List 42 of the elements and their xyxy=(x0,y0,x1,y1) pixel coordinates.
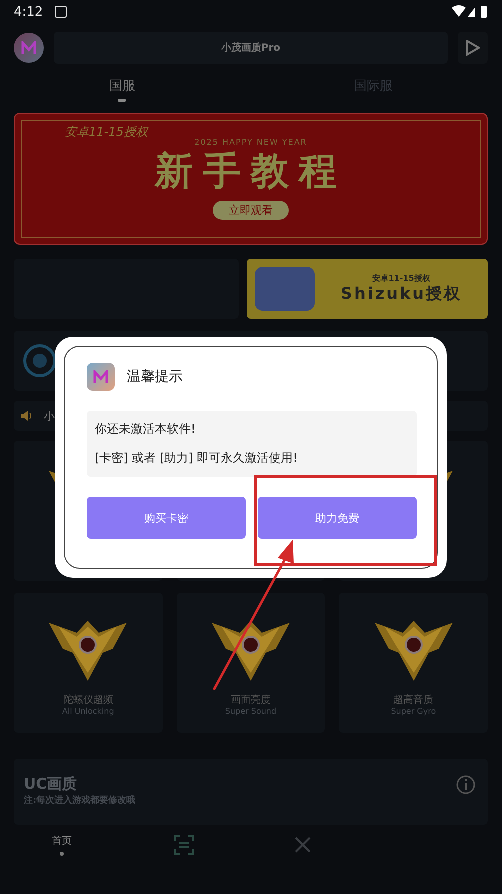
play-icon xyxy=(466,40,480,56)
banner-title: 新手教程 xyxy=(155,147,347,195)
server-tab[interactable]: 国服 xyxy=(107,78,138,108)
status-icons-drawing xyxy=(452,5,488,19)
tutorial-banner[interactable]: 安卓11-15授权 2025 HAPPY NEW YEAR 新手教程 立即观看 xyxy=(14,113,488,245)
home-tab[interactable]: 首页 xyxy=(50,834,74,856)
feature-subtitle: Super Sound xyxy=(225,707,277,716)
globe-icon xyxy=(22,343,58,379)
watch-now-button[interactable]: 立即观看 xyxy=(213,201,289,220)
app-logo-icon[interactable] xyxy=(14,33,44,63)
feature-name: 画面亮度 xyxy=(230,694,271,707)
banner-subtitle: 2025 HAPPY NEW YEAR xyxy=(194,138,308,147)
message-text: 你还未激活本软件! xyxy=(95,421,197,438)
feature-card[interactable]: 画面亮度 Super Sound xyxy=(176,593,326,733)
feature-card[interactable]: 陀螺仪超频 All Unlocking xyxy=(14,593,163,733)
speaker-icon xyxy=(20,409,34,423)
banner-tag: 安卓11-15授权 xyxy=(65,124,148,141)
emblem-icon xyxy=(47,619,130,683)
uc-note: 注:每次进入游戏都要修改哦 xyxy=(24,794,136,807)
play-button[interactable] xyxy=(458,32,488,64)
feature-name: 陀螺仪超频 xyxy=(63,694,114,707)
shizuku-card[interactable]: 安卓11-15授权 Shizuku授权 xyxy=(247,259,488,319)
shizuku-title: Shizuku授权 xyxy=(340,284,462,305)
feature-card[interactable]: 超高音质 Super Gyro xyxy=(339,593,488,733)
uc-title: UC画质 xyxy=(24,775,78,794)
message-text: [卡密] 或者 [助力] 即可永久激活使用! xyxy=(95,450,299,467)
notice-text: 小 xyxy=(44,408,55,424)
app-title-bar: 小茂画质Pro xyxy=(54,32,448,64)
notification-icon xyxy=(55,6,68,18)
dialog-button[interactable]: 助力免费 xyxy=(258,497,417,539)
emblem-icon xyxy=(372,619,455,683)
info-icon[interactable] xyxy=(456,775,476,795)
shizuku-tag: 安卓11-15授权 xyxy=(372,273,430,284)
feature-name: 超高音质 xyxy=(394,694,434,707)
status-time: 4:12 xyxy=(14,4,44,20)
scan-icon[interactable] xyxy=(174,835,194,855)
app-logo-icon xyxy=(87,363,115,391)
tools-icon[interactable] xyxy=(294,836,312,854)
dialog-button[interactable]: 购买卡密 xyxy=(87,497,246,539)
feature-subtitle: All Unlocking xyxy=(62,707,114,716)
feature-subtitle: Super Gyro xyxy=(391,707,436,716)
dialog-title: 温馨提示 xyxy=(127,368,183,386)
